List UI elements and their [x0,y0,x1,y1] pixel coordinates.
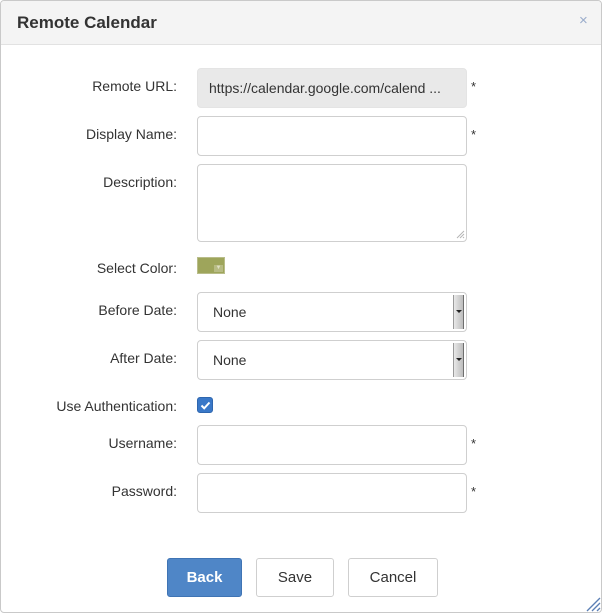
password-input[interactable] [197,473,467,513]
description-label: Description: [103,174,177,190]
before-date-label: Before Date: [98,302,177,318]
before-date-select[interactable]: None [197,292,467,332]
color-picker[interactable]: ▼ [197,257,225,274]
required-marker: * [471,127,477,142]
remote-url-label: Remote URL: [92,78,177,94]
password-label: Password: [111,483,177,499]
save-button[interactable]: Save [256,558,334,597]
textarea-resize-grip-icon[interactable] [456,230,465,239]
required-marker: * [471,484,477,499]
cancel-button[interactable]: Cancel [348,558,438,597]
display-name-label: Display Name: [85,126,177,142]
dialog-resize-grip-icon[interactable] [585,596,601,612]
dialog-title: Remote Calendar [17,13,157,32]
dropdown-arrow-icon [453,343,464,377]
before-date-value: None [213,304,247,320]
after-date-label: After Date: [110,350,177,366]
display-name-input[interactable] [197,116,467,156]
required-marker: * [471,79,477,94]
username-input[interactable] [197,425,467,465]
checkmark-icon [200,401,211,410]
after-date-select[interactable]: None [197,340,467,380]
dropdown-arrow-icon [453,295,464,329]
after-date-value: None [213,352,247,368]
use-authentication-checkbox[interactable] [197,397,213,413]
remote-calendar-dialog: Remote Calendar × Remote URL: https://ca… [0,0,602,613]
description-textarea[interactable] [197,164,467,242]
username-label: Username: [108,435,177,451]
dialog-titlebar: Remote Calendar × [1,1,601,45]
use-authentication-label: Use Authentication: [56,398,177,414]
select-color-label: Select Color: [96,260,177,276]
back-button[interactable]: Back [167,558,242,597]
chevron-down-icon: ▼ [214,265,223,272]
close-icon[interactable]: × [579,12,588,29]
required-marker: * [471,436,477,451]
remote-url-field[interactable]: https://calendar.google.com/calend ... [197,68,467,108]
